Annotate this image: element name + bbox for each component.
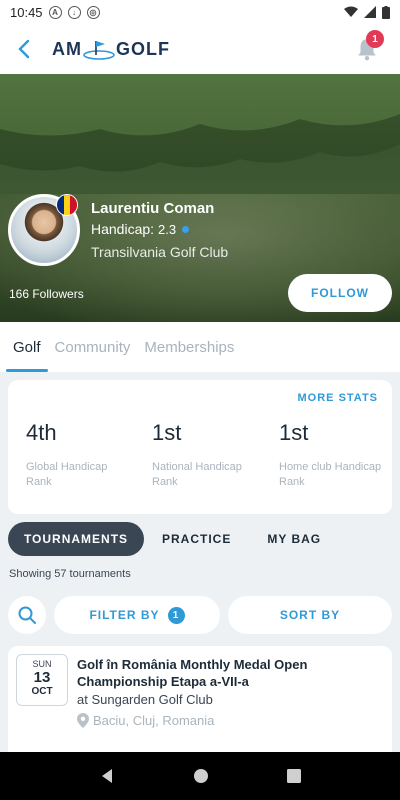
profile-hero: Laurentiu Coman Handicap: 2.3 Transilvan… xyxy=(0,74,400,322)
logo-text-golf: GOLF xyxy=(116,38,170,59)
tab-memberships[interactable]: Memberships xyxy=(137,322,241,372)
filter-label: FILTER BY xyxy=(89,608,160,622)
home-club: Transilvania Golf Club xyxy=(91,244,229,260)
search-icon xyxy=(18,606,36,624)
chevron-left-icon xyxy=(18,39,30,59)
handicap-value: 2.3 xyxy=(158,221,177,237)
tournament-date: SUN 13 OCT xyxy=(16,654,68,706)
app-header: AM GOLF 1 xyxy=(0,24,400,74)
status-bar: 10:45 A ↓ ◎ xyxy=(0,0,400,24)
segment-control: TOURNAMENTS PRACTICE MY BAG xyxy=(8,522,339,556)
tournament-venue: at Sungarden Golf Club xyxy=(77,692,213,707)
followers-count[interactable]: 166 Followers xyxy=(9,287,84,301)
battery-icon xyxy=(382,5,390,19)
stat-label: Global Handicap Rank xyxy=(26,461,108,488)
filter-count-badge: 1 xyxy=(167,606,185,624)
filter-button[interactable]: FILTER BY 1 xyxy=(54,596,220,634)
golf-flag-icon xyxy=(83,41,115,60)
tournament-title: Golf în România Monthly Medal Open Champ… xyxy=(77,657,308,689)
tab-community[interactable]: Community xyxy=(48,322,138,372)
list-tools: FILTER BY 1 SORT BY xyxy=(8,596,392,634)
home-circle-icon[interactable] xyxy=(193,768,209,784)
a-icon: A xyxy=(48,5,62,19)
logo-text-am: AM xyxy=(52,38,82,59)
date-day: 13 xyxy=(33,669,51,686)
data-saver-icon: ◎ xyxy=(86,5,100,19)
signal-icon xyxy=(364,6,376,18)
tournament-card[interactable]: SUN 13 OCT Golf în România Monthly Medal… xyxy=(8,646,392,756)
stat-global-rank: 4th Global Handicap Rank xyxy=(26,420,136,490)
search-button[interactable] xyxy=(8,596,46,634)
profile-tabs: Golf Community Memberships xyxy=(0,322,400,372)
tournament-location: Baciu, Cluj, Romania xyxy=(77,713,214,728)
notification-badge: 1 xyxy=(366,30,384,48)
back-triangle-icon[interactable] xyxy=(99,768,115,784)
country-flag-icon xyxy=(56,194,78,216)
recents-square-icon[interactable] xyxy=(287,769,301,783)
handicap-label: Handicap: xyxy=(91,221,155,237)
handicap-dot-icon xyxy=(182,225,190,233)
system-nav-bar xyxy=(0,752,400,800)
stat-label: National Handicap Rank xyxy=(152,461,242,488)
showing-count: Showing 57 tournaments xyxy=(9,568,131,580)
player-name: Laurentiu Coman xyxy=(91,200,215,217)
segment-practice[interactable]: PRACTICE xyxy=(144,522,249,556)
date-month: OCT xyxy=(31,686,53,697)
date-weekday: SUN xyxy=(32,659,52,669)
segment-my-bag[interactable]: MY BAG xyxy=(249,522,339,556)
stat-national-rank: 1st National Handicap Rank xyxy=(152,420,262,490)
sort-button[interactable]: SORT BY xyxy=(228,596,392,634)
location-pin-icon xyxy=(77,713,89,728)
stat-value: 4th xyxy=(26,420,57,445)
location-text: Baciu, Cluj, Romania xyxy=(93,713,215,728)
back-button[interactable] xyxy=(2,27,46,71)
stat-homeclub-rank: 1st Home club Handicap Rank xyxy=(279,420,389,490)
stat-value: 1st xyxy=(279,420,309,445)
stat-label: Home club Handicap Rank xyxy=(279,461,382,488)
wifi-icon xyxy=(344,6,358,17)
handicap: Handicap: 2.3 xyxy=(91,221,190,237)
save-data-icon: ↓ xyxy=(67,5,81,19)
app-logo: AM GOLF xyxy=(52,38,170,60)
tab-golf[interactable]: Golf xyxy=(6,322,48,372)
follow-button[interactable]: FOLLOW xyxy=(288,274,392,312)
status-time: 10:45 xyxy=(10,4,43,20)
more-stats-link[interactable]: MORE STATS xyxy=(298,392,378,404)
stat-value: 1st xyxy=(152,420,182,445)
segment-tournaments[interactable]: TOURNAMENTS xyxy=(8,522,144,556)
stats-card: MORE STATS 4th Global Handicap Rank 1st … xyxy=(8,380,392,514)
